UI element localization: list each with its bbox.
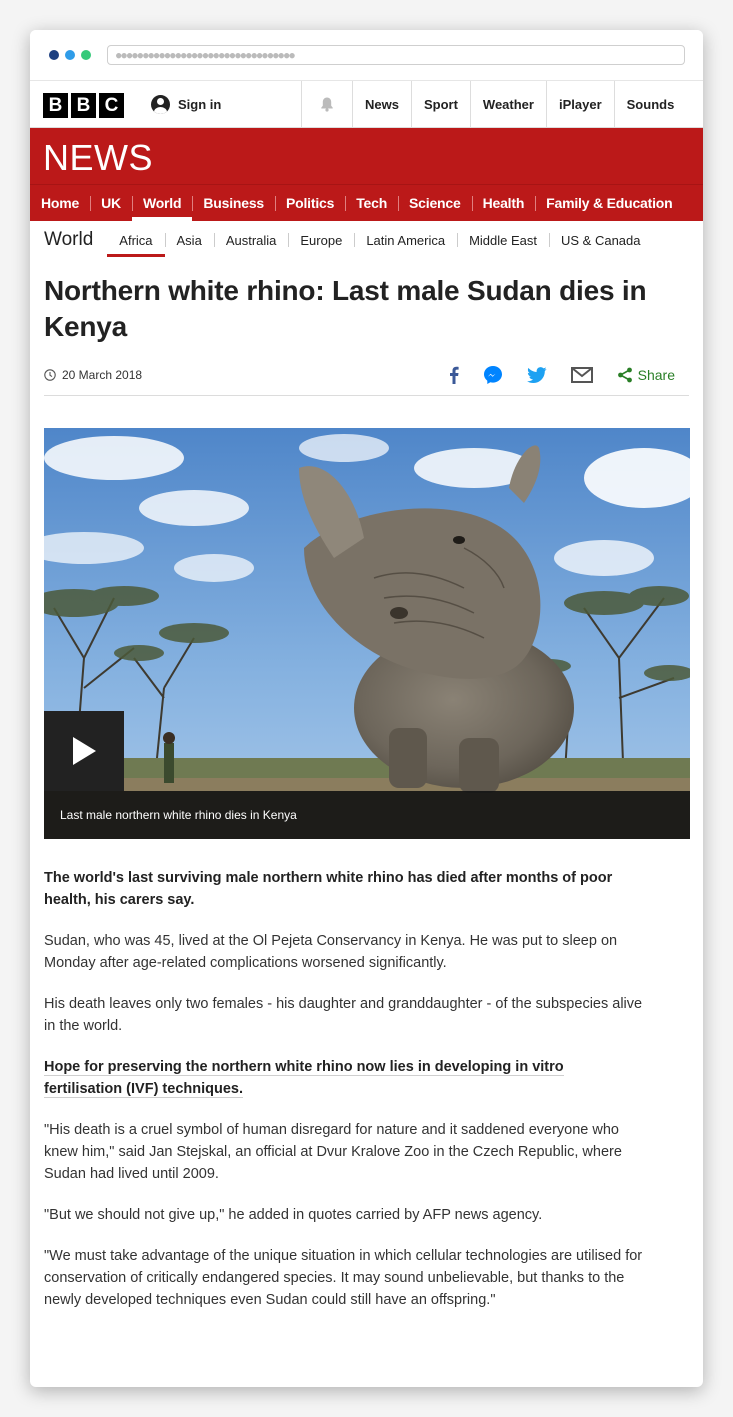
nav-world[interactable]: World xyxy=(131,185,193,221)
logo-letter: B xyxy=(43,93,68,118)
article: Northern white rhino: Last male Sudan di… xyxy=(30,273,703,1311)
article-paragraph: "We must take advantage of the unique si… xyxy=(44,1248,643,1308)
address-bar[interactable]: ●●●●●●●●●●●●●●●●●●●●●●●●●●●●●●●●● xyxy=(107,45,685,65)
nav-health[interactable]: Health xyxy=(471,185,536,221)
logo-letter: C xyxy=(99,93,124,118)
subnav-australia[interactable]: Australia xyxy=(213,221,289,259)
minimize-dot[interactable] xyxy=(65,50,75,60)
video-caption: Last male northern white rhino dies in K… xyxy=(44,791,690,839)
news-logo[interactable]: NEWS xyxy=(43,137,153,179)
sign-in-link[interactable]: Sign in xyxy=(151,81,301,127)
article-paragraph: His death leaves only two females - his … xyxy=(44,996,643,1034)
nav-family-education[interactable]: Family & Education xyxy=(535,185,683,221)
video-player[interactable]: Last male northern white rhino dies in K… xyxy=(44,428,690,839)
nav-tech[interactable]: Tech xyxy=(345,185,398,221)
play-icon xyxy=(73,737,96,765)
maximize-dot[interactable] xyxy=(81,50,91,60)
subnav-middle-east[interactable]: Middle East xyxy=(457,221,549,259)
play-button[interactable] xyxy=(44,711,124,791)
main-nav: Home UK World Business Politics Tech Sci… xyxy=(30,184,703,221)
share-tools: Share xyxy=(449,365,675,385)
top-nav-weather[interactable]: Weather xyxy=(469,81,546,127)
article-date: 20 March 2018 xyxy=(44,368,142,382)
top-nav-news[interactable]: News xyxy=(352,81,411,127)
user-icon xyxy=(151,94,170,114)
bbc-top-bar: B B C Sign in News Sport Weather iPlayer… xyxy=(30,81,703,128)
subnav-latin-america[interactable]: Latin America xyxy=(354,221,457,259)
subnav-asia[interactable]: Asia xyxy=(164,221,214,259)
browser-window: ●●●●●●●●●●●●●●●●●●●●●●●●●●●●●●●●● B B C … xyxy=(30,30,703,1387)
share-label: Share xyxy=(637,367,675,383)
top-nav-sounds[interactable]: Sounds xyxy=(613,81,687,127)
share-button[interactable]: Share xyxy=(617,367,675,383)
article-headline: Northern white rhino: Last male Sudan di… xyxy=(44,275,647,342)
article-paragraph: "But we should not give up," he added in… xyxy=(44,1207,543,1223)
twitter-icon[interactable] xyxy=(526,366,547,384)
related-story-link[interactable]: Hope for preserving the northern white r… xyxy=(44,1056,644,1100)
article-paragraph: "His death is a cruel symbol of human di… xyxy=(44,1122,622,1182)
article-meta: 20 March 2018 Share xyxy=(44,355,689,396)
subnav-us-canada[interactable]: US & Canada xyxy=(549,221,653,259)
browser-chrome: ●●●●●●●●●●●●●●●●●●●●●●●●●●●●●●●●● xyxy=(30,30,703,81)
date-text: 20 March 2018 xyxy=(62,368,143,382)
article-intro: The world's last surviving male northern… xyxy=(44,870,613,908)
nav-home[interactable]: Home xyxy=(30,185,90,221)
clock-icon xyxy=(44,369,56,381)
rhino-video-thumbnail xyxy=(44,428,690,839)
nav-science[interactable]: Science xyxy=(398,185,472,221)
share-icon xyxy=(617,367,632,383)
bell-icon xyxy=(321,97,333,112)
notifications-button[interactable] xyxy=(301,81,352,127)
facebook-icon[interactable] xyxy=(449,366,459,384)
news-banner: NEWS xyxy=(30,128,703,184)
top-nav-sport[interactable]: Sport xyxy=(410,81,470,127)
section-title: World xyxy=(44,229,94,250)
related-story-text[interactable]: Hope for preserving the northern white r… xyxy=(44,1059,564,1098)
nav-business[interactable]: Business xyxy=(192,185,275,221)
subnav-europe[interactable]: Europe xyxy=(288,221,354,259)
close-dot[interactable] xyxy=(49,50,59,60)
logo-letter: B xyxy=(71,93,96,118)
top-nav: News Sport Weather iPlayer Sounds xyxy=(352,81,686,127)
top-nav-iplayer[interactable]: iPlayer xyxy=(545,81,614,127)
subnav-africa[interactable]: Africa xyxy=(107,221,165,259)
bbc-logo[interactable]: B B C xyxy=(30,81,141,127)
window-controls xyxy=(49,50,91,60)
article-paragraph: Sudan, who was 45, lived at the Ol Pejet… xyxy=(44,933,618,971)
email-icon[interactable] xyxy=(570,367,593,383)
sign-in-label: Sign in xyxy=(178,96,222,112)
article-body: The world's last surviving male northern… xyxy=(44,867,644,1311)
nav-politics[interactable]: Politics xyxy=(275,185,345,221)
nav-uk[interactable]: UK xyxy=(90,185,132,221)
sub-nav: World Africa Asia Australia Europe Latin… xyxy=(30,221,703,259)
messenger-icon[interactable] xyxy=(483,365,503,385)
